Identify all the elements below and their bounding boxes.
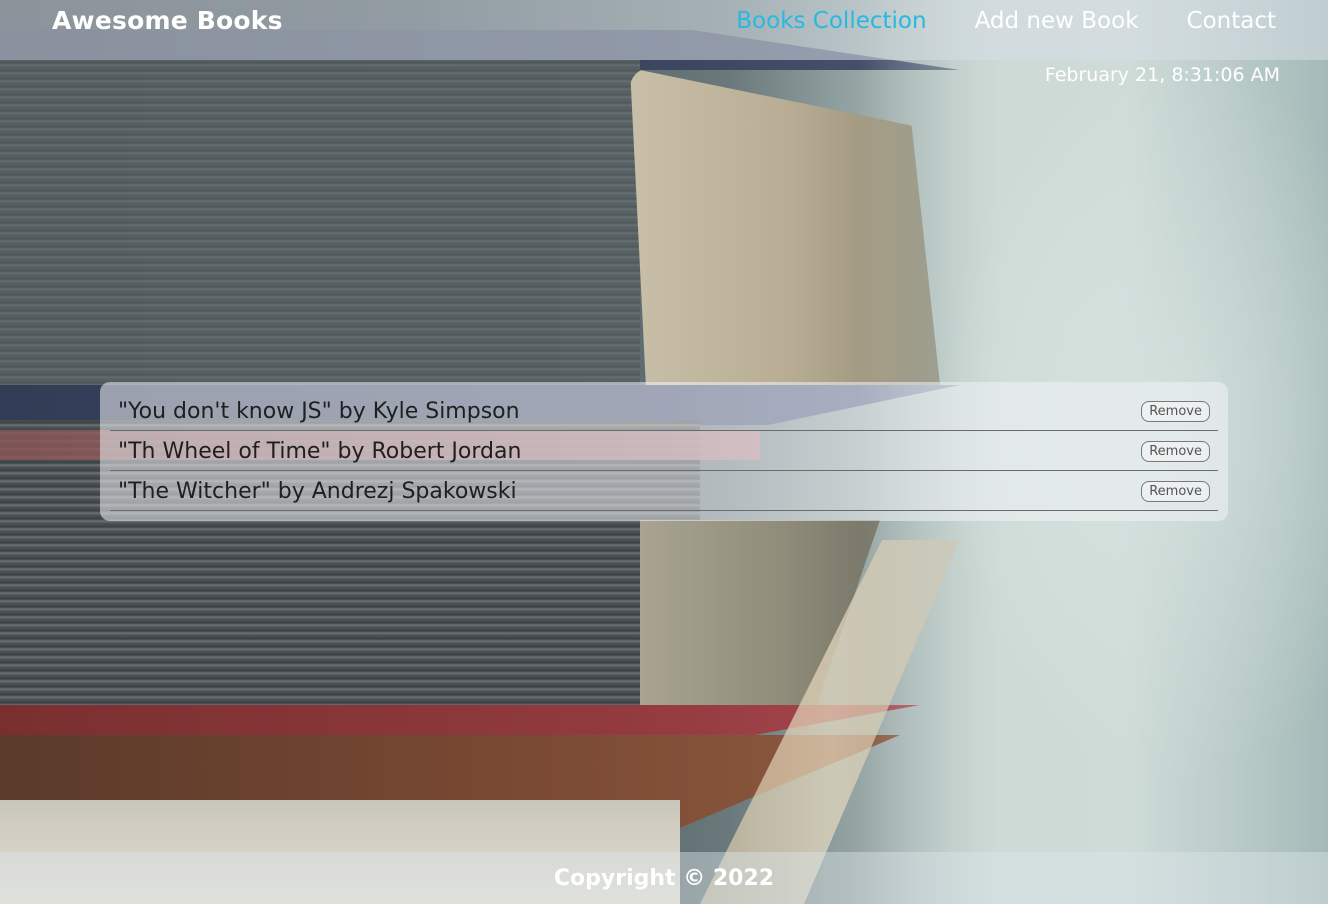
book-pages-side <box>0 60 640 400</box>
nav-books-collection[interactable]: Books Collection <box>736 8 926 34</box>
remove-button[interactable]: Remove <box>1141 480 1210 502</box>
footer: Copyright © 2022 <box>0 852 1328 904</box>
book-title: "Th Wheel of Time" by Robert Jordan <box>118 438 522 464</box>
book-cover-red <box>0 705 920 735</box>
remove-button[interactable]: Remove <box>1141 440 1210 462</box>
current-datetime: February 21, 8:31:06 AM <box>1044 64 1280 86</box>
book-list-item: "Th Wheel of Time" by Robert Jordan Remo… <box>110 432 1218 471</box>
book-title: "The Witcher" by Andrezj Spakowski <box>118 478 517 504</box>
nav-menu: Books Collection Add new Book Contact <box>736 8 1276 34</box>
book-list-item: "The Witcher" by Andrezj Spakowski Remov… <box>110 472 1218 511</box>
book-list: "You don't know JS" by Kyle Simpson Remo… <box>100 382 1228 521</box>
copyright-text: Copyright © 2022 <box>553 865 775 891</box>
top-navbar: Awesome Books Books Collection Add new B… <box>0 0 1328 60</box>
nav-add-new-book[interactable]: Add new Book <box>975 8 1139 34</box>
nav-contact[interactable]: Contact <box>1187 8 1276 34</box>
book-title: "You don't know JS" by Kyle Simpson <box>118 398 520 424</box>
brand-logo[interactable]: Awesome Books <box>52 6 283 35</box>
book-list-item: "You don't know JS" by Kyle Simpson Remo… <box>110 392 1218 431</box>
remove-button[interactable]: Remove <box>1141 400 1210 422</box>
